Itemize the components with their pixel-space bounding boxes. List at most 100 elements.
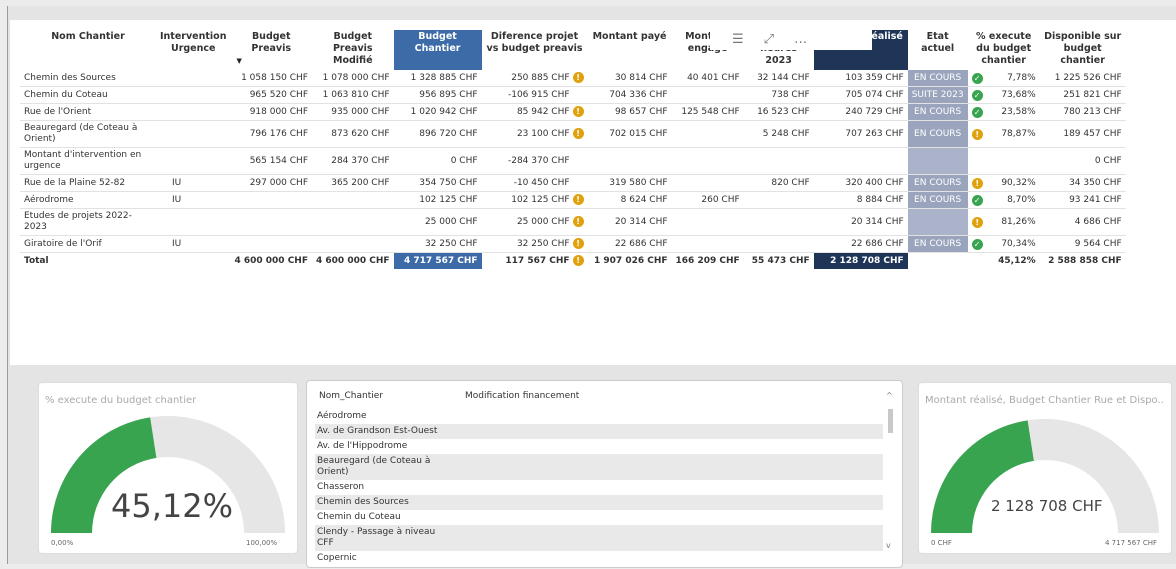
scroll-thumb[interactable] — [888, 409, 893, 433]
warning-icon: ! — [572, 128, 584, 139]
cell-montant-realise: 320 400 CHF — [813, 174, 908, 192]
scroll-down-icon[interactable]: v — [886, 541, 891, 550]
slicer-list-item[interactable]: Av. de l'Hippodrome — [315, 439, 883, 454]
cell-urgence: IU — [156, 174, 231, 192]
cell-pct-execute: ✓ 70,34% — [967, 235, 1040, 253]
cell-urgence — [156, 70, 231, 87]
warning-icon: ! — [572, 72, 584, 83]
slicer-list-item[interactable]: Av. de Grandson Est-Ouest — [315, 424, 883, 439]
diff-text: -10 450 CHF — [513, 177, 570, 188]
cell-difference: -106 915 CHF — [481, 86, 588, 104]
diff-text: -106 915 CHF — [507, 89, 570, 100]
gauge-min: 0,00% — [51, 539, 74, 547]
table-row[interactable]: Chemin du Coteau 965 520 CHF 1 063 810 CHF… — [20, 86, 1126, 104]
table-row[interactable]: Rue de la Plaine 52-82 IU 297 000 CHF 365 2… — [20, 174, 1126, 192]
scroll-up-icon[interactable]: ^ — [886, 391, 893, 400]
slicer-list-item[interactable]: Clendy - Passage à niveau CFF — [315, 525, 883, 551]
cell-budget-chantier: 354 750 CHF — [393, 174, 482, 192]
table-row[interactable]: Rue de l'Orient 918 000 CHF 935 000 CHF 1 0… — [20, 103, 1126, 121]
cell-disponible: 780 213 CHF — [1039, 103, 1126, 121]
cell-difference: 102 125 CHF! — [481, 191, 588, 209]
cell-nom: Giratoire de l'Orif — [20, 235, 156, 253]
cell-budget-preavis: 965 520 CHF — [230, 86, 312, 104]
diff-text: 250 885 CHF — [511, 73, 570, 83]
cell-budget-preavis: 796 176 CHF — [230, 120, 312, 148]
slicer-list-item[interactable]: Chemin du Coteau — [315, 510, 883, 525]
check-icon: ✓ — [971, 238, 983, 250]
cell-budget-preavis-modifie: 873 620 CHF — [312, 120, 394, 148]
cell-nom: Etudes de projets 2022-2023 — [20, 208, 156, 236]
gauge-montant-realise[interactable]: Montant réalisé, Budget Chantier Rue et … — [918, 382, 1172, 554]
col-header-nom-chantier[interactable]: Nom Chantier — [20, 30, 156, 70]
gauge-max: 4 717 567 CHF — [1105, 539, 1158, 547]
filter-icon[interactable]: ☰ — [732, 32, 744, 47]
slicer-list-item[interactable]: Chasseron — [315, 480, 883, 495]
cell-urgence — [156, 103, 231, 121]
gauge-arc — [931, 419, 1159, 533]
cell-disponible: 1 225 526 CHF — [1039, 70, 1126, 87]
col-header-disponible[interactable]: Disponible sur budget chantier — [1040, 30, 1126, 70]
cell-montant-heures — [743, 235, 814, 253]
cell-difference: 25 000 CHF! — [481, 208, 588, 236]
cell-montant-realise: 705 074 CHF — [813, 86, 908, 104]
table-row[interactable]: Beauregard (de Coteau à Orient) 796 176 C… — [20, 120, 1126, 148]
cell-budget-chantier: 1 328 885 CHF — [393, 70, 482, 87]
slicer-list[interactable]: Nom_Chantier Modification financement Aé… — [306, 380, 903, 568]
table-row[interactable]: Aérodrome IU 102 125 CHF 102 125 CHF! 8 624 … — [20, 191, 1126, 209]
check-icon: ✓ — [971, 106, 983, 118]
slicer-list-item[interactable]: Aérodrome — [315, 409, 883, 424]
col-header-difference[interactable]: Diference projet vs budget preavis — [482, 30, 588, 70]
cell-urgence — [156, 253, 230, 270]
cell-budget-preavis-modifie — [312, 235, 394, 253]
check-icon: ✓ — [971, 89, 983, 101]
table-row[interactable]: Etudes de projets 2022-2023 25 000 CHF 25 … — [20, 208, 1126, 236]
slicer-list-item[interactable]: Chemin des Sources — [315, 495, 883, 510]
diff-text: 32 250 CHF — [516, 239, 570, 249]
slicer-scrollbar[interactable]: ^ v — [886, 391, 896, 559]
gauge-pct-execute[interactable]: % execute du budget chantier 45,12% 0,00… — [38, 382, 298, 554]
col-header-budget-preavis[interactable]: Budget Preavis ▼ — [230, 30, 312, 70]
table-row[interactable]: Giratoire de l'Orif IU 32 250 CHF 32 250 CH… — [20, 235, 1126, 253]
cell-montant-heures — [743, 147, 814, 175]
visual-header-toolbar: ☰ ⤢ … — [710, 28, 872, 50]
gauge-max: 100,00% — [246, 539, 278, 547]
cell-pct-execute: ✓ 8,70% — [967, 191, 1040, 209]
cell-difference: 117 567 CHF! — [482, 253, 588, 270]
cell-difference: -10 450 CHF — [481, 174, 588, 192]
slicer-list-item[interactable]: Copernic — [315, 551, 883, 566]
table-row[interactable]: Montant d'intervention en urgence 565 154… — [20, 147, 1126, 175]
col-header-intervention-urgence[interactable]: Intervention Urgence — [156, 30, 230, 70]
diff-text: 102 125 CHF — [511, 195, 570, 205]
cell-budget-chantier: 0 CHF — [393, 147, 482, 175]
col-header-budget-preavis-modifie[interactable]: Budget Preavis Modifié — [312, 30, 394, 70]
cell-budget-preavis-modifie — [312, 191, 394, 209]
cell-montant-heures: 16 523 CHF — [743, 103, 814, 121]
cell-montant-engage: 125 548 CHF — [671, 103, 744, 121]
more-options-icon[interactable]: … — [794, 32, 807, 47]
cell-budget-preavis: 4 600 000 CHF — [234, 255, 308, 266]
col-header-pct-execute[interactable]: % execute du budget chantier — [968, 30, 1040, 70]
cell-difference: 85 942 CHF! — [481, 103, 588, 121]
cell-pct-execute: ! 90,32% — [967, 174, 1040, 192]
col-header-montant-paye[interactable]: Montant payé — [588, 30, 672, 70]
cell-budget-chantier: 25 000 CHF — [393, 208, 482, 236]
warning-icon: ! — [572, 238, 584, 249]
slicer-list-item[interactable]: Beauregard (de Coteau à Orient) — [315, 454, 883, 480]
warning-icon: ! — [971, 216, 983, 228]
cell-etat — [907, 147, 968, 175]
slicer-col-modification[interactable]: Modification financement — [465, 391, 579, 401]
slicer-col-nom-chantier[interactable]: Nom_Chantier — [319, 391, 383, 401]
sort-desc-icon: ▼ — [236, 57, 242, 65]
focus-mode-icon[interactable]: ⤢ — [764, 32, 774, 47]
cell-nom: Rue de l'Orient — [20, 103, 156, 121]
cell-budget-preavis-modifie — [312, 208, 394, 236]
cell-disponible: 0 CHF — [1039, 147, 1126, 175]
cell-nom: Beauregard (de Coteau à Orient) — [20, 120, 156, 148]
col-header-etat-actuel[interactable]: Etat actuel — [908, 30, 968, 70]
cell-montant-realise: 103 359 CHF — [813, 70, 908, 87]
col-header-budget-chantier[interactable]: Budget Chantier — [393, 30, 482, 70]
cell-etat: EN COURS — [907, 191, 968, 209]
cell-budget-chantier: 1 020 942 CHF — [393, 103, 482, 121]
cell-montant-heures: 32 144 CHF — [743, 70, 814, 87]
table-row[interactable]: Chemin des Sources 1 058 150 CHF 1 078 000… — [20, 70, 1126, 87]
